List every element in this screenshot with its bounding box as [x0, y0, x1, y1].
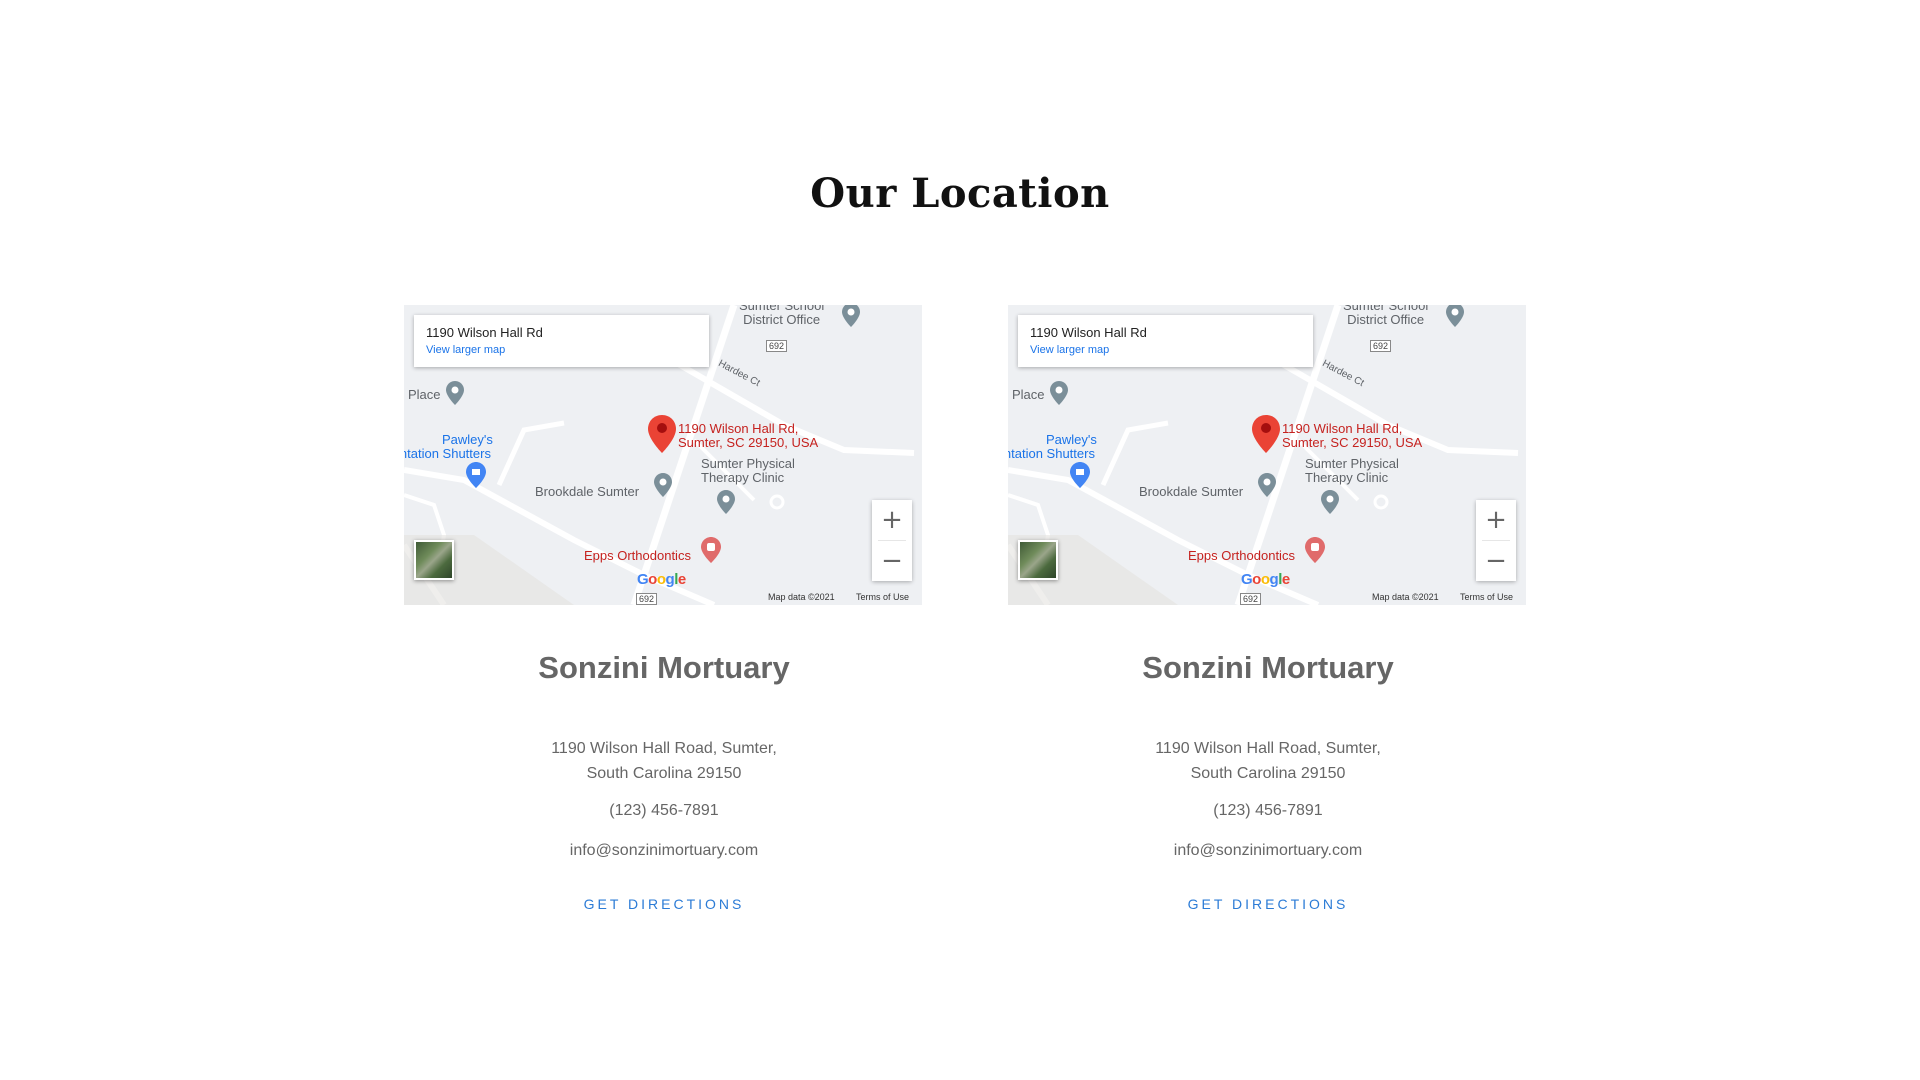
map-pin-icon[interactable] [1446, 305, 1464, 327]
map-label-line: Therapy Clinic [1305, 470, 1389, 485]
map-pin-icon[interactable] [717, 490, 735, 514]
map-info-title: 1190 Wilson Hall Rd [1030, 325, 1147, 340]
store-pin-icon[interactable] [466, 462, 486, 488]
map-info-box: 1190 Wilson Hall Rd View larger map [1018, 315, 1313, 367]
map-pin-icon[interactable] [842, 305, 860, 327]
dental-pin-icon[interactable] [1305, 537, 1325, 563]
page-title: Our Location [810, 170, 1110, 217]
google-logo: Google [637, 571, 686, 588]
map-label-line: Sumter Physical [1305, 456, 1399, 471]
zoom-out-icon[interactable]: − [1476, 541, 1516, 581]
business-phone[interactable]: (123) 456-7891 [404, 802, 924, 820]
map-label-therapy: Sumter Physical Therapy Clinic [1305, 457, 1399, 485]
zoom-controls: + − [872, 500, 912, 581]
zoom-controls: + − [1476, 500, 1516, 581]
map-data-credit: Map data ©2021 [768, 592, 835, 602]
map-pin-icon[interactable] [446, 381, 464, 405]
business-email[interactable]: info@sonzinimortuary.com [1008, 842, 1528, 860]
address-line: 1190 Wilson Hall Road, Sumter, [551, 740, 777, 757]
business-address: 1190 Wilson Hall Road, Sumter, South Car… [1008, 736, 1528, 786]
route-shield: 692 [1240, 593, 1262, 605]
map-label-place: Place [1012, 387, 1045, 402]
map-label-epps: Epps Orthodontics [584, 548, 691, 563]
get-directions-link[interactable]: GET DIRECTIONS [404, 896, 924, 912]
map-pin-icon[interactable] [1321, 490, 1339, 514]
route-shield: 692 [1370, 340, 1392, 352]
view-larger-map-link[interactable]: View larger map [1030, 344, 1301, 356]
route-shield: 692 [636, 593, 658, 605]
zoom-in-icon[interactable]: + [872, 500, 912, 540]
map-label-line: Sumter Physical [701, 456, 795, 471]
map-label-line: ntation Shutters [1008, 446, 1095, 461]
map-info-title: 1190 Wilson Hall Rd [426, 325, 543, 340]
route-shield: 692 [766, 340, 788, 352]
location-card: 1190 Wilson Hall Rd View larger map Sumt… [404, 305, 924, 912]
store-pin-icon[interactable] [1070, 462, 1090, 488]
business-address: 1190 Wilson Hall Road, Sumter, South Car… [404, 736, 924, 786]
map-pin-icon[interactable] [1258, 473, 1276, 497]
view-larger-map-link[interactable]: View larger map [426, 344, 697, 356]
map-label-line: Sumter, SC 29150, USA [1282, 435, 1423, 450]
map-label-line: Pawley's [442, 432, 493, 447]
zoom-out-icon[interactable]: − [872, 541, 912, 581]
map-label-district-office: Sumter School District Office [1343, 305, 1428, 327]
business-name: Sonzini Mortuary [538, 650, 790, 685]
map-label-brookdale: Brookdale Sumter [535, 484, 640, 499]
address-line: South Carolina 29150 [586, 765, 742, 782]
business-name: Sonzini Mortuary [1142, 650, 1394, 685]
map-label-pawleys: Pawley's ntation Shutters [1008, 433, 1097, 461]
address-line: South Carolina 29150 [1190, 765, 1346, 782]
map-label-epps: Epps Orthodontics [1188, 548, 1295, 563]
business-phone[interactable]: (123) 456-7891 [1008, 802, 1528, 820]
zoom-in-icon[interactable]: + [1476, 500, 1516, 540]
map-label-marker: 1190 Wilson Hall Rd, Sumter, SC 29150, U… [1282, 422, 1422, 450]
map-label-line: 1190 Wilson Hall Rd, [678, 421, 799, 436]
map-info-box: 1190 Wilson Hall Rd View larger map [414, 315, 709, 367]
map-label-line: District Office [743, 312, 821, 327]
map-label-place: Place [408, 387, 441, 402]
map-label-line: Sumter, SC 29150, USA [678, 435, 819, 450]
map-pin-icon[interactable] [1050, 381, 1068, 405]
map-label-therapy: Sumter Physical Therapy Clinic [701, 457, 795, 485]
get-directions-link[interactable]: GET DIRECTIONS [1008, 896, 1528, 912]
embedded-map[interactable]: 1190 Wilson Hall Rd View larger map Sumt… [404, 305, 922, 605]
location-marker-icon[interactable] [648, 415, 676, 453]
map-label-line: District Office [1347, 312, 1425, 327]
embedded-map[interactable]: 1190 Wilson Hall Rd View larger map Sumt… [1008, 305, 1526, 605]
map-label-brookdale: Brookdale Sumter [1139, 484, 1244, 499]
terms-of-use-link[interactable]: Terms of Use [856, 592, 909, 602]
map-pin-icon[interactable] [654, 473, 672, 497]
map-label-pawleys: Pawley's ntation Shutters [404, 433, 493, 461]
dental-pin-icon[interactable] [701, 537, 721, 563]
business-email[interactable]: info@sonzinimortuary.com [404, 842, 924, 860]
map-label-line: Therapy Clinic [701, 470, 785, 485]
satellite-view-icon[interactable] [414, 540, 454, 580]
terms-of-use-link[interactable]: Terms of Use [1460, 592, 1513, 602]
map-label-line: Pawley's [1046, 432, 1097, 447]
map-label-line: ntation Shutters [404, 446, 491, 461]
address-line: 1190 Wilson Hall Road, Sumter, [1155, 740, 1381, 757]
location-marker-icon[interactable] [1252, 415, 1280, 453]
location-card: 1190 Wilson Hall Rd View larger map Sumt… [1008, 305, 1528, 912]
map-label-marker: 1190 Wilson Hall Rd, Sumter, SC 29150, U… [678, 422, 818, 450]
map-label-district-office: Sumter School District Office [739, 305, 824, 327]
satellite-view-icon[interactable] [1018, 540, 1058, 580]
map-label-line: 1190 Wilson Hall Rd, [1282, 421, 1403, 436]
google-logo: Google [1241, 571, 1290, 588]
map-data-credit: Map data ©2021 [1372, 592, 1439, 602]
